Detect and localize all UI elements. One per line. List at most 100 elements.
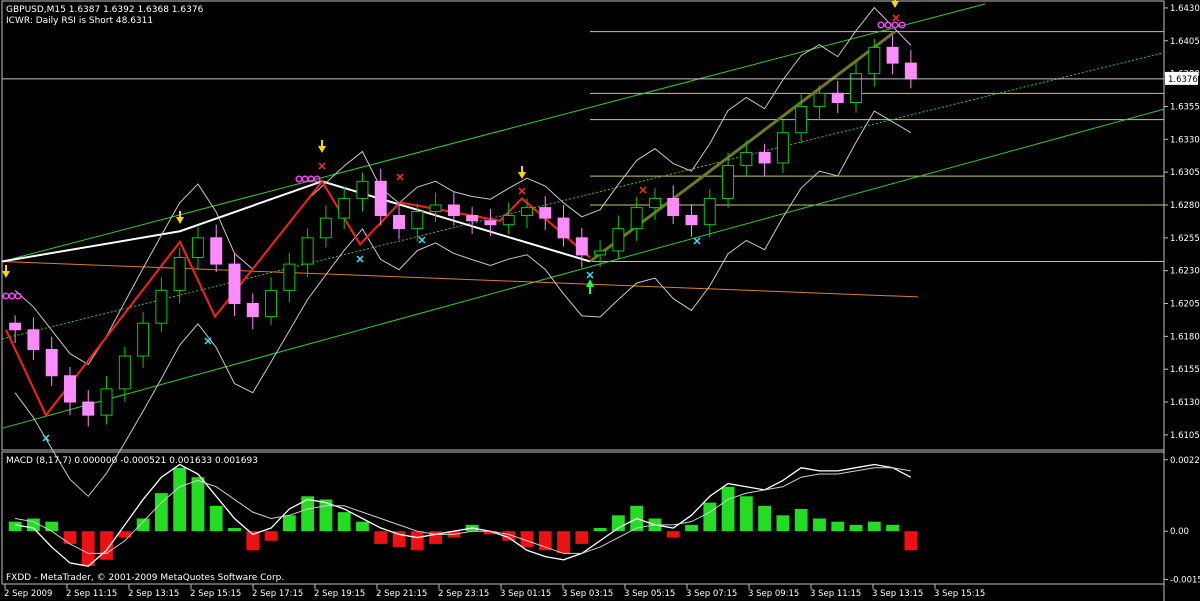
macd-histogram-bar <box>356 521 369 532</box>
time-tick-label: 2 Sep 19:15 <box>314 589 365 599</box>
orange-trend-line <box>1 260 919 298</box>
buy-arrow-icon <box>586 279 594 287</box>
price-tick-label: 1.6155 <box>1170 365 1200 375</box>
macd-histogram-bar <box>867 521 881 532</box>
macd-histogram-bar <box>173 467 187 532</box>
candle-body <box>594 250 607 256</box>
macd-tick-label: 0.00 <box>1170 527 1189 537</box>
macd-histogram-bar <box>45 521 59 532</box>
macd-histogram-bar <box>831 521 845 532</box>
price-tick-label: 1.6180 <box>1170 332 1200 342</box>
macd-histogram-bar <box>849 524 863 532</box>
magenta-circle-marker <box>884 21 892 29</box>
time-tick-label: 2 Sep 11:15 <box>66 589 117 599</box>
macd-histogram-bar <box>593 528 607 532</box>
red-x-marker <box>318 162 326 170</box>
candle-body <box>703 197 716 226</box>
macd-histogram-bar <box>611 515 625 532</box>
candle-body <box>575 237 588 256</box>
sell-arrow-icon <box>891 1 899 8</box>
price-tick-label: 1.6430 <box>1170 4 1200 14</box>
time-tick-label: 2 Sep 21:15 <box>376 589 427 599</box>
macd-histogram-bar <box>264 531 278 541</box>
macd-indicator <box>8 463 918 567</box>
magenta-circle-marker <box>301 175 309 183</box>
red-x-marker <box>518 187 526 195</box>
macd-histogram-bar <box>557 531 570 554</box>
macd-signal-line <box>15 467 911 554</box>
macd-histogram-bar <box>886 524 899 532</box>
candle-body <box>904 62 917 80</box>
macd-tick-label: 0.00225 <box>1170 456 1200 466</box>
macd-histogram-bar <box>813 518 826 532</box>
macd-histogram-bar <box>721 486 735 532</box>
candle-body <box>374 180 387 216</box>
macd-histogram-bar <box>703 502 717 532</box>
magenta-circle-marker <box>295 175 303 183</box>
time-tick-label: 3 Sep 13:15 <box>872 589 923 599</box>
macd-histogram-bar <box>904 531 918 551</box>
cyan-x-marker <box>586 271 594 279</box>
candle-body <box>813 92 826 107</box>
candle-body <box>283 263 296 291</box>
macd-tick-label: -0.00152 <box>1170 575 1200 585</box>
candle-body <box>667 197 680 216</box>
current-price-value: 1.6376 <box>1168 75 1198 85</box>
time-tick-label: 3 Sep 01:15 <box>500 589 551 599</box>
candle-body <box>118 355 131 390</box>
candle-body <box>722 165 735 199</box>
time-tick-label: 2 Sep 2009 <box>4 589 52 599</box>
price-axis: 1.64301.64051.63801.63551.63301.63051.62… <box>1164 4 1200 441</box>
time-tick-label: 2 Sep 17:15 <box>252 589 303 599</box>
chart-canvas: 1.64301.64051.63801.63551.63301.63051.62… <box>1 0 1200 601</box>
candle-body <box>265 289 278 318</box>
candle-body <box>758 151 771 164</box>
macd-histogram-bar <box>794 508 808 532</box>
symbol-header: GBPUSD,M15 1.6387 1.6392 1.6368 1.6376 <box>6 5 204 15</box>
candle-body <box>520 207 533 216</box>
candle-body <box>210 237 223 265</box>
candle-body <box>173 257 186 291</box>
candle-body <box>155 289 168 324</box>
macd-histogram-bar <box>191 477 205 532</box>
candle-body <box>9 322 22 331</box>
time-tick-label: 2 Sep 13:15 <box>128 589 179 599</box>
macd-histogram-bar <box>392 531 406 548</box>
sell-arrow-icon <box>518 172 526 179</box>
macd-histogram-bar <box>739 496 753 532</box>
macd-histogram-bar <box>282 515 296 532</box>
candle-body <box>557 217 570 239</box>
sell-arrow-icon <box>176 217 184 224</box>
magenta-circle-marker <box>877 21 885 29</box>
lower-band-line <box>14 110 912 498</box>
magenta-circle-marker <box>14 292 22 300</box>
red-x-marker <box>639 186 647 194</box>
candle-body <box>82 401 95 416</box>
candle-body <box>45 348 58 377</box>
macd-label: MACD (8,17,7) 0.000000 -0.000521 0.00163… <box>6 456 258 466</box>
candle-body <box>393 214 406 230</box>
cyan-x-marker <box>356 255 364 263</box>
magenta-circle-marker <box>8 292 16 300</box>
cyan-x-marker <box>204 337 212 345</box>
macd-histogram-bar <box>374 531 388 544</box>
price-tick-label: 1.6255 <box>1170 234 1200 244</box>
candle-body <box>356 180 369 199</box>
candle-body <box>429 204 442 213</box>
candle-body <box>831 92 844 104</box>
macd-histogram-bar <box>228 528 241 532</box>
candle-body <box>886 46 899 64</box>
candle-body <box>338 197 351 219</box>
time-tick-label: 3 Sep 11:15 <box>810 589 861 599</box>
red-x-marker <box>396 173 404 181</box>
candle-body <box>137 322 150 357</box>
cyan-x-marker <box>42 434 50 442</box>
candle-body <box>539 207 552 219</box>
macd-histogram-bar <box>100 531 113 560</box>
indicator-status: ICWR: Daily RSI is Short 48.6311 <box>6 16 153 26</box>
candle-body <box>191 237 204 259</box>
price-tick-label: 1.6405 <box>1170 37 1200 47</box>
macd-histogram-bar <box>758 505 772 532</box>
main-chart-frame <box>1 0 1165 451</box>
cyan-x-marker <box>693 237 701 245</box>
